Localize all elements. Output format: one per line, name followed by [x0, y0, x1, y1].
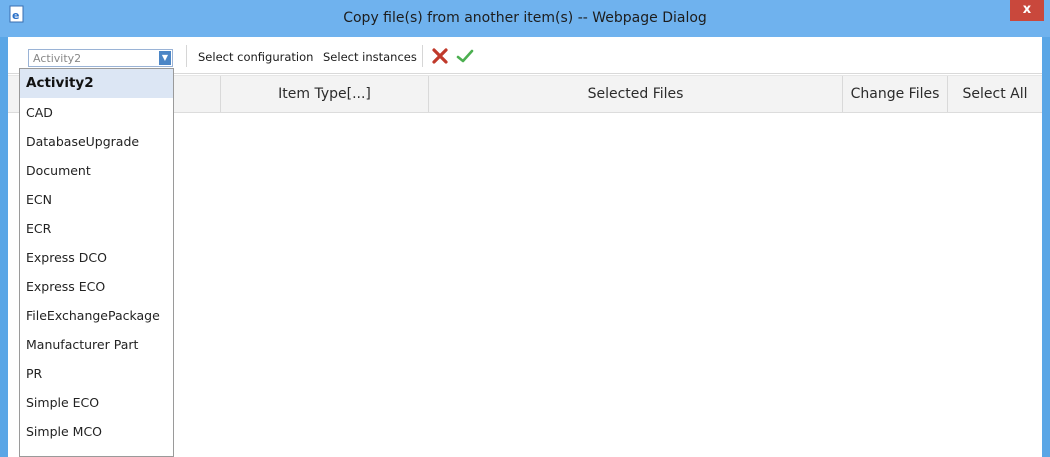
title-bar: e Copy file(s) from another item(s) -- W… [0, 0, 1050, 37]
dropdown-item-ecr[interactable]: ECR [20, 214, 173, 243]
cancel-x-icon[interactable] [430, 46, 450, 66]
column-header-item-type[interactable]: Item Type[...] [221, 76, 429, 112]
dropdown-item-document[interactable]: Document [20, 156, 173, 185]
dropdown-item-express-dco[interactable]: Express DCO [20, 243, 173, 272]
close-button[interactable]: x [1010, 0, 1044, 21]
chevron-down-icon[interactable]: ▼ [159, 51, 171, 65]
dropdown-item-manufacturer-part[interactable]: Manufacturer Part [20, 330, 173, 359]
confirm-check-icon[interactable] [455, 46, 475, 66]
item-type-select[interactable]: Activity2 ▼ [28, 49, 173, 67]
column-header-select-all[interactable]: Select All [948, 76, 1042, 112]
column-header-change-files[interactable]: Change Files [843, 76, 948, 112]
select-configuration-button[interactable]: Select configuration [198, 48, 313, 66]
dropdown-item-cad[interactable]: CAD [20, 98, 173, 127]
dropdown-item-databaseupgrade[interactable]: DatabaseUpgrade [20, 127, 173, 156]
item-type-dropdown-list: Activity2 CAD DatabaseUpgrade Document E… [19, 68, 174, 457]
dropdown-item-ecn[interactable]: ECN [20, 185, 173, 214]
dialog-window: e Copy file(s) from another item(s) -- W… [0, 0, 1050, 457]
column-header-selected-files[interactable]: Selected Files [429, 76, 843, 112]
dropdown-item-pr[interactable]: PR [20, 359, 173, 388]
window-title: Copy file(s) from another item(s) -- Web… [343, 10, 707, 26]
dropdown-item-express-eco[interactable]: Express ECO [20, 272, 173, 301]
dropdown-item-activity2[interactable]: Activity2 [20, 69, 173, 98]
item-type-select-value: Activity2 [33, 52, 82, 65]
select-instances-button[interactable]: Select instances [323, 48, 417, 66]
toolbar-separator [422, 45, 423, 67]
dropdown-item-fileexchangepackage[interactable]: FileExchangePackage [20, 301, 173, 330]
toolbar-separator [186, 45, 187, 67]
dropdown-item-simple-eco[interactable]: Simple ECO [20, 388, 173, 417]
dropdown-item-simple-mco[interactable]: Simple MCO [20, 417, 173, 446]
